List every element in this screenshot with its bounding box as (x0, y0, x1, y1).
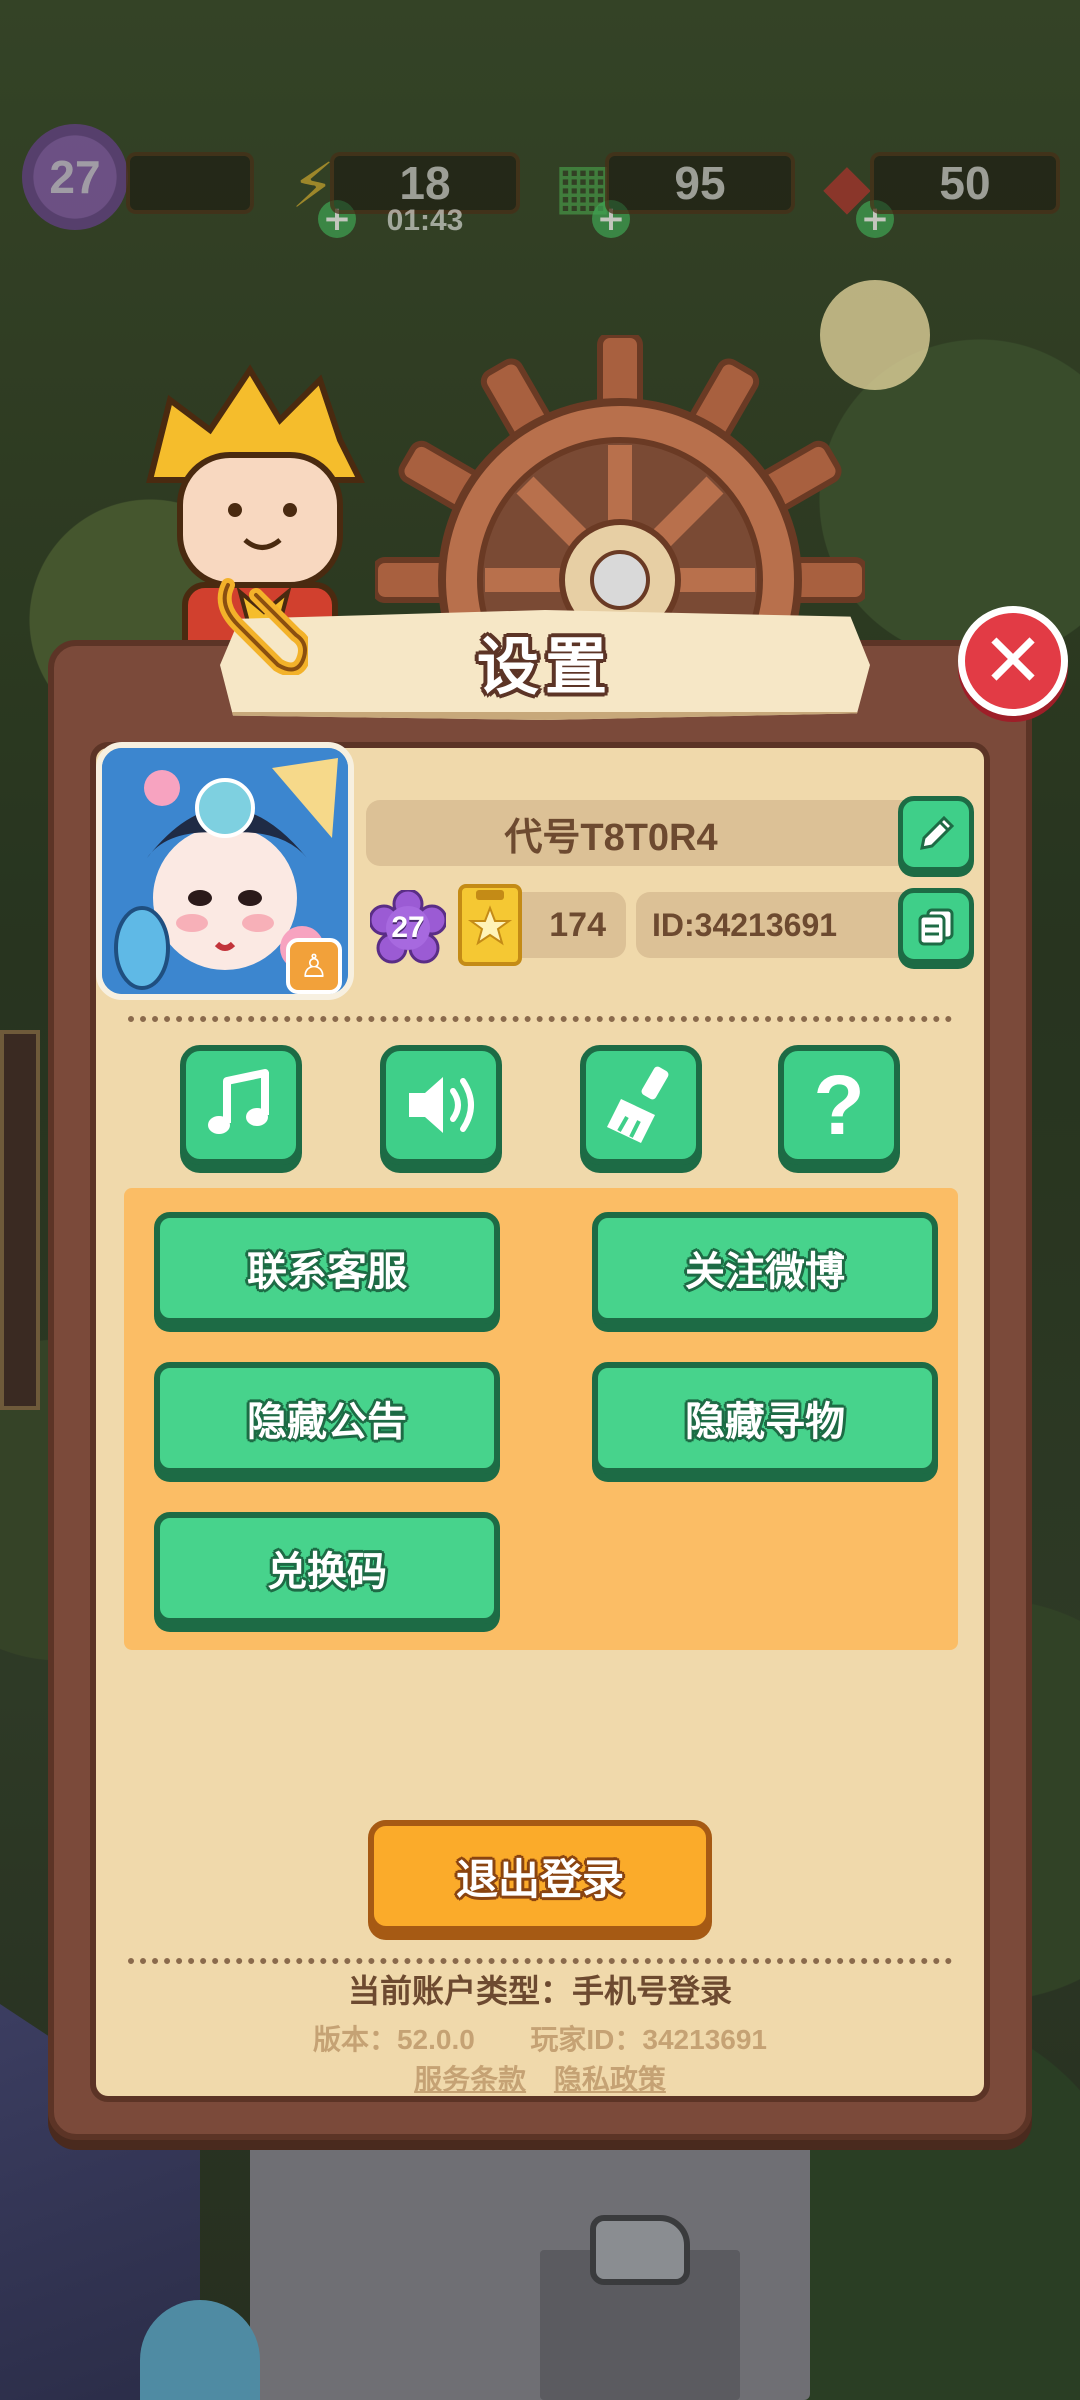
player-name-field: 代号T8T0R4 (366, 800, 916, 866)
copy-icon (918, 908, 954, 946)
pencil-icon (920, 815, 955, 850)
star-count: 174 (549, 905, 606, 944)
close-button[interactable]: ✕ (958, 606, 1068, 716)
sound-toggle-button[interactable] (380, 1045, 502, 1165)
player-name: 代号T8T0R4 (504, 816, 718, 859)
dialog-title: 设置 (476, 633, 613, 702)
player-level-badge[interactable]: 27 (22, 124, 128, 230)
title-banner: 设置 (220, 610, 870, 720)
change-outfit-button[interactable]: ♙ (286, 938, 342, 994)
music-icon (208, 1069, 269, 1134)
hide-notice-label: 隐藏公告 (247, 1400, 407, 1444)
logout-label: 退出登录 (455, 1855, 624, 1903)
hide-search-label: 隐藏寻物 (685, 1400, 845, 1444)
follow-weibo-label: 关注微博 (685, 1250, 845, 1294)
account-type-text: 当前账户类型：手机号登录 (347, 1973, 732, 2009)
privacy-link[interactable]: 隐私政策 (554, 2064, 666, 2095)
player-id: ID:34213691 (652, 906, 838, 943)
broom-icon (607, 1066, 669, 1143)
version-line: 版本：52.0.0 玩家ID：34213691 (90, 2018, 990, 2058)
gem-counter[interactable]: 50 (870, 152, 1060, 214)
star-icon (467, 890, 513, 946)
contact-service-button[interactable]: 联系客服 (154, 1212, 500, 1324)
music-toggle-button[interactable] (180, 1045, 302, 1165)
footer-divider (128, 1958, 952, 1964)
version-text: 版本：52.0.0 (312, 2024, 475, 2055)
contact-service-label: 联系客服 (247, 1250, 407, 1294)
star-card-icon (458, 884, 522, 966)
hide-notice-button[interactable]: 隐藏公告 (154, 1362, 500, 1474)
cash-counter[interactable]: 95 (605, 152, 795, 214)
follow-weibo-button[interactable]: 关注微博 (592, 1212, 938, 1324)
help-icon: ? (813, 1058, 865, 1152)
gem-value: 50 (939, 157, 991, 209)
shop-sign (0, 1030, 40, 1410)
logout-button[interactable]: 退出登录 (368, 1820, 712, 1932)
energy-timer: 01:43 (386, 204, 464, 237)
profile-level-text: 27 (391, 911, 425, 944)
terms-link[interactable]: 服务条款 (414, 2064, 526, 2095)
copy-id-button[interactable] (898, 888, 974, 964)
player-id-field: ID:34213691 (636, 892, 916, 958)
xp-bar (126, 152, 254, 214)
hud-level-text: 27 (49, 151, 101, 203)
sound-icon (409, 1077, 474, 1133)
camera-decoration (590, 2215, 690, 2285)
hide-search-button[interactable]: 隐藏寻物 (592, 1362, 938, 1474)
player-id-text: 玩家ID：34213691 (530, 2024, 767, 2055)
help-button[interactable]: ? (778, 1045, 900, 1165)
dotted-divider (128, 1016, 952, 1022)
clear-cache-button[interactable] (580, 1045, 702, 1165)
redeem-code-button[interactable]: 兑换码 (154, 1512, 500, 1624)
legal-links: 服务条款 隐私政策 (90, 2058, 990, 2098)
energy-value: 18 (399, 157, 451, 209)
hanger-icon: ♙ (299, 947, 329, 985)
cash-value: 95 (674, 157, 726, 209)
redeem-code-label: 兑换码 (267, 1550, 387, 1594)
close-icon: ✕ (981, 618, 1044, 704)
paperclip-icon (217, 578, 308, 675)
edit-name-button[interactable] (898, 796, 974, 872)
